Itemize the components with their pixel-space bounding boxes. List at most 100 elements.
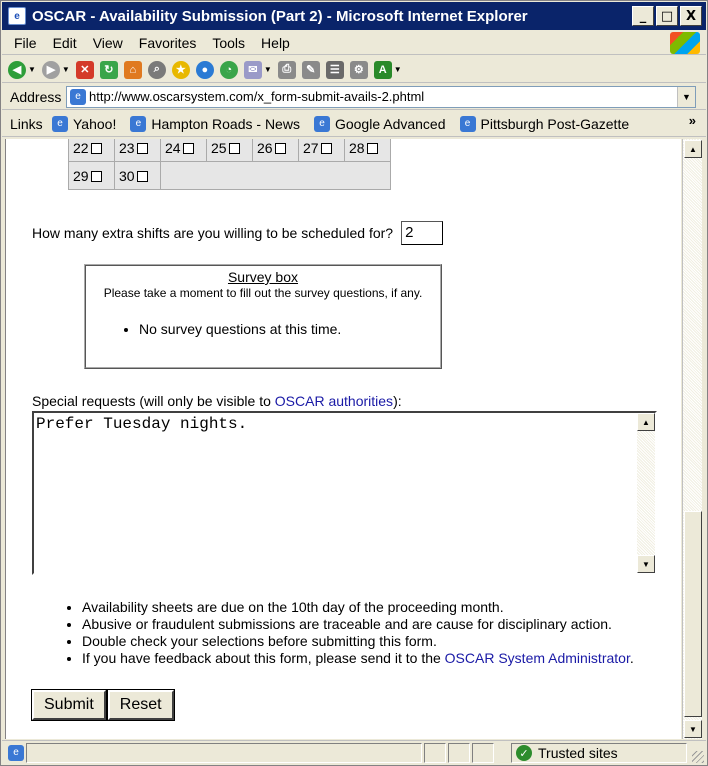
menu-edit[interactable]: Edit: [45, 35, 85, 51]
calendar-day[interactable]: 26: [252, 139, 299, 162]
stop-icon[interactable]: ✕: [75, 60, 94, 79]
form-buttons: Submit Reset: [31, 689, 175, 721]
resize-grip-icon[interactable]: [692, 751, 704, 763]
forward-icon[interactable]: ▶: [41, 60, 60, 79]
research-icon[interactable]: A: [373, 60, 392, 79]
day-checkbox[interactable]: [320, 142, 332, 154]
link-label: Hampton Roads - News: [151, 115, 300, 132]
address-url[interactable]: http://www.oscarsystem.com/x_form-submit…: [89, 89, 424, 104]
print-icon[interactable]: ⎙: [277, 60, 296, 79]
link-hampton-roads[interactable]: e Hampton Roads - News: [130, 115, 300, 132]
edit-icon[interactable]: ✎: [301, 60, 320, 79]
extra-shifts-input[interactable]: 2: [401, 221, 444, 245]
day-checkbox[interactable]: [366, 142, 378, 154]
mail-icon[interactable]: ✉: [243, 60, 262, 79]
oscar-authorities-link[interactable]: OSCAR authorities: [275, 393, 393, 409]
menu-help[interactable]: Help: [253, 35, 298, 51]
media-icon[interactable]: ●: [195, 60, 214, 79]
status-text-pane: [26, 743, 422, 763]
calendar-day[interactable]: 27: [298, 139, 345, 162]
link-label: Google Advanced: [334, 115, 446, 132]
menu-view[interactable]: View: [85, 35, 131, 51]
link-page-icon: e: [130, 115, 147, 132]
calendar-day[interactable]: 29: [68, 161, 115, 190]
feedback-prefix: If you have feedback about this form, pl…: [82, 650, 445, 666]
status-page-icon: e: [8, 744, 24, 761]
scroll-up-icon[interactable]: ▲: [684, 140, 702, 158]
scroll-down-icon[interactable]: ▼: [684, 720, 702, 738]
link-page-icon: e: [313, 115, 330, 132]
textarea-scrollbar[interactable]: ▲ ▼: [637, 413, 655, 573]
survey-item: No survey questions at this time.: [139, 321, 440, 337]
day-checkbox[interactable]: [90, 170, 102, 182]
close-button[interactable]: X: [680, 6, 702, 26]
note-item: Abusive or fraudulent submissions are tr…: [82, 616, 634, 633]
scroll-up-icon[interactable]: ▲: [637, 413, 655, 431]
security-zone[interactable]: ✓ Trusted sites: [511, 743, 687, 763]
system-administrator-link[interactable]: OSCAR System Administrator: [445, 650, 630, 666]
discuss-icon[interactable]: ☰: [325, 60, 344, 79]
page-scrollbar[interactable]: ▲ ▼: [682, 139, 702, 739]
address-dropdown-icon[interactable]: ▼: [677, 86, 695, 107]
calendar-day[interactable]: 30: [114, 161, 161, 190]
minimize-button[interactable]: _: [632, 6, 654, 26]
mail-dropdown-icon[interactable]: ▼: [264, 65, 272, 74]
availability-calendar: 22 23 24 25 26 27 28 29 30: [68, 139, 391, 190]
day-checkbox[interactable]: [274, 142, 286, 154]
favorites-icon[interactable]: ★: [171, 60, 190, 79]
day-checkbox[interactable]: [136, 142, 148, 154]
history-icon[interactable]: ◔: [219, 60, 238, 79]
day-number: 25: [211, 139, 227, 156]
day-checkbox[interactable]: [228, 142, 240, 154]
link-yahoo[interactable]: e Yahoo!: [52, 115, 116, 132]
survey-prompt: Please take a moment to fill out the sur…: [103, 286, 423, 300]
day-number: 26: [257, 139, 273, 156]
calendar-day[interactable]: 25: [206, 139, 253, 162]
home-icon[interactable]: ⌂: [123, 60, 142, 79]
security-zone-label: Trusted sites: [538, 745, 618, 761]
note-item: Double check your selections before subm…: [82, 633, 634, 650]
research-dropdown-icon[interactable]: ▼: [394, 65, 402, 74]
special-requests-text[interactable]: Prefer Tuesday nights.: [36, 415, 247, 433]
menu-tools[interactable]: Tools: [204, 35, 253, 51]
refresh-icon[interactable]: ↻: [99, 60, 118, 79]
link-google-advanced[interactable]: e Google Advanced: [313, 115, 446, 132]
page-content: 22 23 24 25 26 27 28 29 30 How many extr…: [5, 139, 681, 739]
calendar-day[interactable]: 28: [344, 139, 391, 162]
window-controls: _ □ X: [632, 6, 702, 26]
calendar-day[interactable]: 24: [160, 139, 207, 162]
links-more-icon[interactable]: »: [689, 113, 696, 128]
link-pittsburgh[interactable]: e Pittsburgh Post-Gazette: [459, 115, 629, 132]
survey-box: Survey box Please take a moment to fill …: [84, 264, 442, 369]
reset-button[interactable]: Reset: [106, 689, 175, 721]
status-pane: [424, 743, 446, 763]
submit-button[interactable]: Submit: [31, 689, 107, 721]
menu-file[interactable]: File: [2, 35, 45, 51]
back-dropdown-icon[interactable]: ▼: [28, 65, 36, 74]
messenger-icon[interactable]: ⚙: [349, 60, 368, 79]
feedback-suffix: .: [629, 650, 634, 666]
day-number: 23: [119, 139, 135, 156]
calendar-day[interactable]: 23: [114, 139, 161, 162]
calendar-day[interactable]: 22: [68, 139, 115, 162]
title-bar: e OSCAR - Availability Submission (Part …: [2, 2, 706, 30]
address-field[interactable]: e http://www.oscarsystem.com/x_form-subm…: [66, 85, 696, 108]
maximize-button[interactable]: □: [656, 6, 678, 26]
special-requests-suffix: ):: [393, 393, 402, 409]
search-icon[interactable]: ⌕: [147, 60, 166, 79]
day-checkbox[interactable]: [90, 142, 102, 154]
day-checkbox[interactable]: [182, 142, 194, 154]
scroll-down-icon[interactable]: ▼: [637, 555, 655, 573]
address-label: Address: [10, 88, 62, 105]
forward-dropdown-icon[interactable]: ▼: [62, 65, 70, 74]
special-requests-label: Special requests (will only be visible t…: [32, 393, 402, 409]
back-icon[interactable]: ◀: [8, 60, 26, 79]
special-requests-textarea[interactable]: Prefer Tuesday nights. ▲ ▼: [32, 411, 657, 575]
window-title: OSCAR - Availability Submission (Part 2)…: [32, 7, 528, 25]
scroll-thumb[interactable]: [684, 511, 702, 717]
menu-favorites[interactable]: Favorites: [131, 35, 205, 51]
ie-page-icon: e: [8, 7, 26, 25]
status-panes: [26, 743, 494, 763]
day-number: 30: [119, 167, 135, 184]
day-checkbox[interactable]: [136, 170, 148, 182]
